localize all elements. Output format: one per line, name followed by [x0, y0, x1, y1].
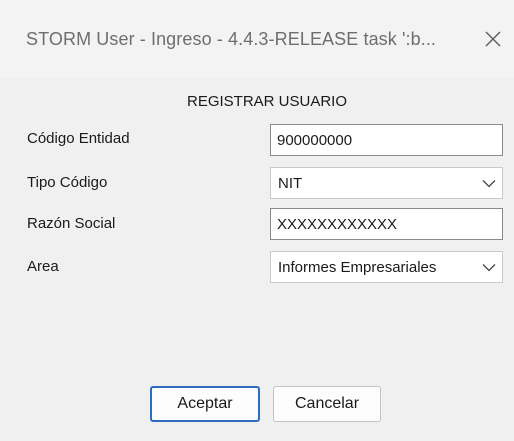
area-select[interactable]: Informes Empresariales	[270, 251, 503, 283]
title-bar: STORM User - Ingreso - 4.4.3-RELEASE tas…	[0, 0, 514, 78]
razon-social-label: Razón Social	[27, 215, 116, 232]
tipo-codigo-label: Tipo Código	[27, 174, 108, 191]
form-heading: REGISTRAR USUARIO	[186, 93, 348, 110]
cancel-button[interactable]: Cancelar	[273, 386, 381, 422]
area-label: Area	[27, 258, 59, 275]
razon-social-input[interactable]	[270, 208, 503, 240]
codigo-entidad-label: Código Entidad	[27, 130, 130, 147]
accept-button[interactable]: Aceptar	[150, 386, 260, 422]
area-value: Informes Empresariales	[278, 258, 437, 276]
chevron-down-icon	[476, 252, 502, 282]
tipo-codigo-value: NIT	[278, 174, 303, 192]
close-icon	[485, 31, 501, 47]
dialog-window: STORM User - Ingreso - 4.4.3-RELEASE tas…	[0, 0, 514, 441]
chevron-down-icon	[476, 168, 502, 198]
close-button[interactable]	[478, 24, 508, 54]
tipo-codigo-select[interactable]: NIT	[270, 167, 503, 199]
codigo-entidad-input[interactable]	[270, 124, 503, 156]
window-title: STORM User - Ingreso - 4.4.3-RELEASE tas…	[26, 29, 437, 49]
